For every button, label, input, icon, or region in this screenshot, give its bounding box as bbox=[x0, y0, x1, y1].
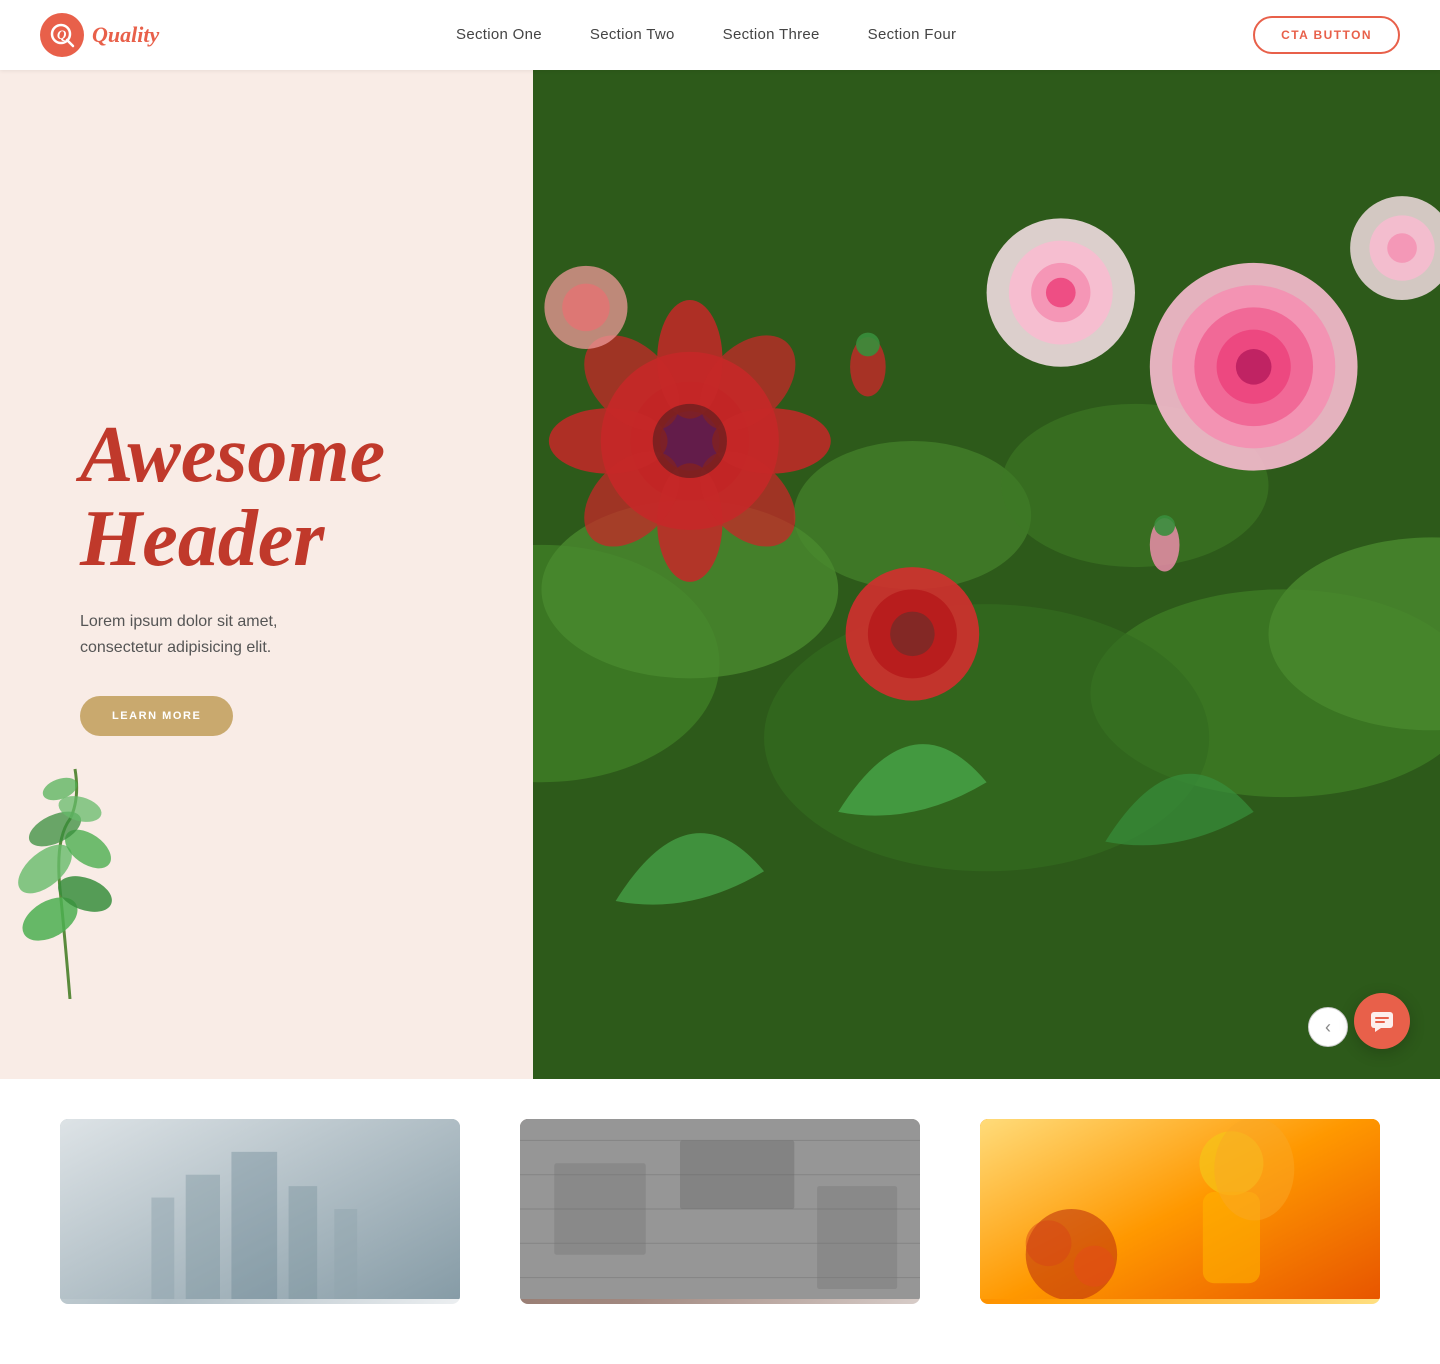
hero-heading: Awesome Header bbox=[80, 413, 473, 581]
nav-item-section-four[interactable]: Section Four bbox=[868, 26, 957, 44]
nav-item-section-two[interactable]: Section Two bbox=[590, 26, 675, 44]
hero-section: Awesome Header Lorem ipsum dolor sit ame… bbox=[0, 70, 1440, 1079]
bottom-cards bbox=[40, 1119, 1400, 1304]
hero-content: Awesome Header Lorem ipsum dolor sit ame… bbox=[0, 70, 533, 1079]
nav-links: Section One Section Two Section Three Se… bbox=[456, 26, 956, 44]
chat-float-button[interactable] bbox=[1354, 993, 1410, 1049]
bottom-card-3[interactable] bbox=[980, 1119, 1380, 1304]
logo[interactable]: Q Quality bbox=[40, 13, 159, 57]
learn-more-button[interactable]: LEARN MORE bbox=[80, 696, 233, 736]
cta-button[interactable]: CTA BUTTON bbox=[1253, 16, 1400, 54]
hero-image: ‹ › bbox=[533, 70, 1440, 1079]
bottom-card-2[interactable] bbox=[520, 1119, 920, 1304]
logo-text: Quality bbox=[92, 22, 159, 48]
nav-item-section-one[interactable]: Section One bbox=[456, 26, 542, 44]
hero-image-bg bbox=[533, 70, 1440, 1079]
chat-icon bbox=[1369, 1008, 1395, 1034]
hero-subtext: Lorem ipsum dolor sit amet, consectetur … bbox=[80, 609, 360, 660]
nav-item-section-three[interactable]: Section Three bbox=[723, 26, 820, 44]
bottom-section bbox=[0, 1079, 1440, 1364]
navbar: Q Quality Section One Section Two Sectio… bbox=[0, 0, 1440, 70]
svg-text:Q: Q bbox=[57, 27, 67, 42]
plant-decoration bbox=[0, 739, 140, 999]
bottom-card-1[interactable] bbox=[60, 1119, 460, 1304]
logo-icon: Q bbox=[40, 13, 84, 57]
slider-prev-button[interactable]: ‹ bbox=[1308, 1007, 1348, 1047]
